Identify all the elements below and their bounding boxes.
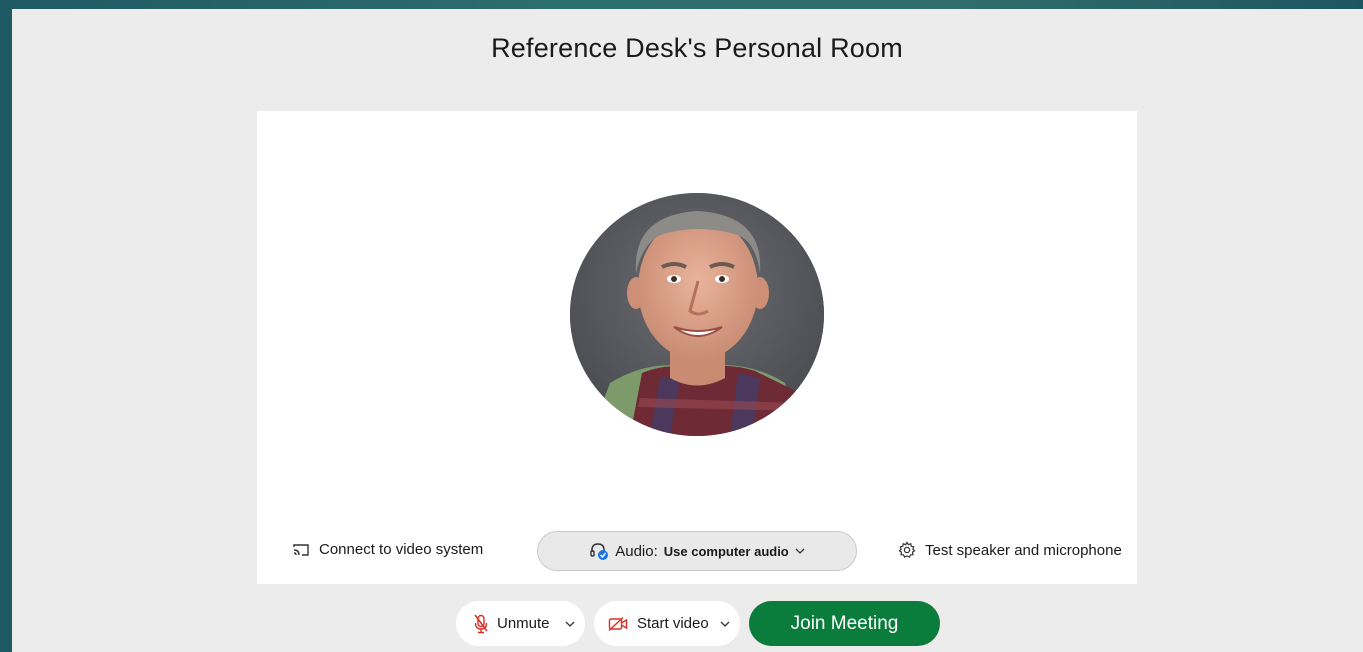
connect-video-system-label: Connect to video system [319, 541, 484, 558]
start-video-button[interactable]: Start video [594, 601, 740, 646]
connect-video-system-button[interactable]: Connect to video system [292, 541, 483, 558]
video-options-chevron[interactable] [720, 620, 730, 628]
chevron-down-icon [795, 548, 805, 554]
chevron-down-icon [565, 621, 575, 627]
test-speaker-microphone-label: Test speaker and microphone [925, 541, 1122, 559]
gear-icon [898, 541, 916, 558]
meeting-window: Reference Desk's Personal Room Connect t… [12, 9, 1363, 652]
cast-icon [293, 543, 309, 556]
host-avatar [570, 193, 824, 436]
host-avatar-image [570, 193, 824, 436]
audio-label: Audio: [615, 542, 658, 560]
chevron-down-icon [720, 621, 730, 627]
microphone-muted-icon [474, 614, 488, 633]
audio-value: Use computer audio [663, 543, 789, 559]
unmute-label: Unmute [497, 615, 550, 632]
audio-connection-dropdown[interactable]: Audio: Use computer audio [537, 531, 857, 571]
meeting-controls: Unmute Start video Join Meeting [456, 601, 940, 646]
unmute-button[interactable]: Unmute [456, 601, 585, 646]
audio-options-chevron[interactable] [565, 620, 575, 628]
preview-card: Connect to video system Audio: Use compu… [257, 111, 1137, 584]
test-speaker-microphone-button[interactable]: Test speaker and microphone [898, 541, 1122, 559]
video-off-icon [608, 616, 628, 631]
join-meeting-button[interactable]: Join Meeting [749, 601, 940, 646]
headset-icon [590, 543, 609, 560]
start-video-label: Start video [637, 615, 709, 632]
room-title: Reference Desk's Personal Room [491, 33, 903, 63]
